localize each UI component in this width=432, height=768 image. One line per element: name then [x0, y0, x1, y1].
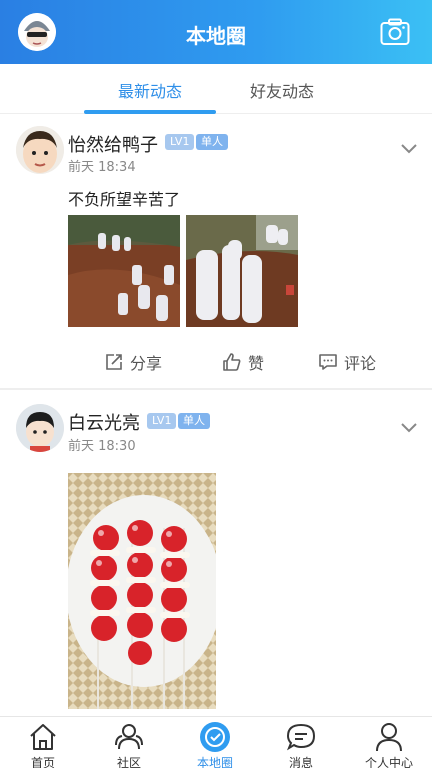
nav-local-circle-label: 本地圈: [196, 756, 233, 768]
post-avatar[interactable]: [16, 404, 64, 452]
level-badge: LV1: [165, 134, 195, 150]
chevron-down-icon[interactable]: [400, 419, 418, 433]
community-icon: [115, 724, 143, 750]
level-badge: LV1: [147, 413, 177, 429]
post-photo[interactable]: [68, 473, 216, 709]
page-title: 本地圈: [186, 24, 246, 48]
nav-messages-label: 消息: [288, 756, 313, 768]
chevron-down-icon[interactable]: [400, 140, 418, 154]
post-username[interactable]: 白云光亮: [68, 409, 140, 435]
nav-community-label: 社区: [116, 756, 141, 768]
post-photo[interactable]: [186, 215, 298, 327]
post-time: 前天 18:34: [68, 160, 136, 175]
tag-badge: 单人: [178, 413, 210, 429]
feed-tabs: 最新动态 好友动态: [0, 64, 432, 114]
thumbs-up-icon: [223, 353, 241, 371]
nav-profile[interactable]: 个人中心: [346, 717, 432, 768]
tab-indicator: [84, 110, 216, 114]
share-icon: [106, 354, 122, 370]
message-icon: [286, 723, 316, 751]
nav-messages[interactable]: 消息: [258, 717, 344, 768]
comment-label: 评论: [344, 354, 377, 373]
post-divider: [0, 388, 432, 390]
nav-profile-label: 个人中心: [364, 756, 413, 768]
comment-button[interactable]: 评论: [318, 350, 376, 374]
local-circle-icon: [200, 722, 230, 752]
share-button[interactable]: 分享: [104, 350, 162, 374]
tag-badge: 单人: [196, 134, 228, 150]
home-icon: [30, 724, 56, 750]
post-avatar[interactable]: [16, 126, 64, 174]
top-header: 本地圈: [0, 0, 432, 64]
bottom-nav: 首页 社区 本地圈 消息 个人中心: [0, 716, 432, 768]
post-photo[interactable]: [68, 215, 180, 327]
nav-home-label: 首页: [30, 756, 55, 768]
nav-local-circle[interactable]: 本地圈: [172, 717, 258, 768]
camera-icon[interactable]: [380, 18, 410, 46]
like-button[interactable]: 赞: [222, 350, 264, 374]
post-text: 不负所望辛苦了: [68, 190, 181, 209]
tab-friends[interactable]: 好友动态: [250, 78, 314, 102]
like-label: 赞: [248, 354, 265, 373]
nav-home[interactable]: 首页: [0, 717, 86, 768]
nav-community[interactable]: 社区: [86, 717, 172, 768]
comment-icon: [319, 354, 337, 370]
share-label: 分享: [130, 354, 163, 373]
profile-icon: [376, 723, 402, 752]
post-username[interactable]: 怡然给鸭子: [68, 131, 158, 157]
tab-latest[interactable]: 最新动态: [118, 78, 182, 102]
post-time: 前天 18:30: [68, 439, 136, 454]
